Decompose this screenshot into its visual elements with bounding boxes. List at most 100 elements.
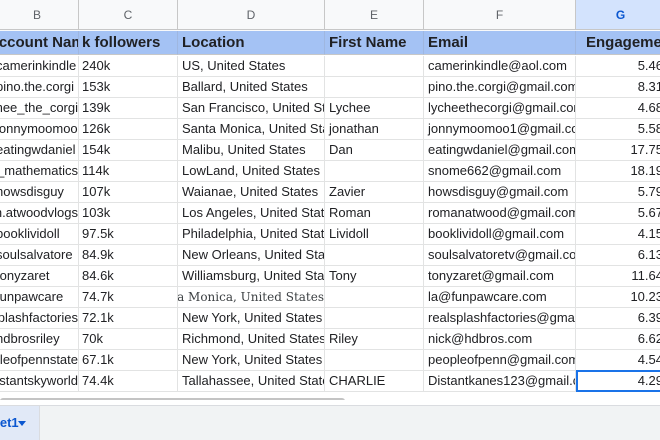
table-cell[interactable]: New York, United States [178,350,325,371]
table-cell[interactable]: 6.39 [576,308,660,329]
table-cell[interactable]: camerinkindle@aol.com [424,56,576,77]
table-cell[interactable]: Santa Monica, United States [178,119,325,140]
table-cell[interactable]: Ballard, United States [178,77,325,98]
table-cell[interactable]: 6.62 [576,329,660,350]
table-cell[interactable]: Santa Monica, United States [178,287,325,308]
table-cell[interactable]: howsdisguy [0,182,79,203]
table-cell[interactable]: LowLand, United States [178,161,325,182]
table-cell[interactable]: snome662@gmail.com [424,161,576,182]
table-cell[interactable]: 5.58 [576,119,660,140]
table-cell[interactable]: 72.1k [79,308,178,329]
header-cell[interactable]: Location [178,31,325,55]
table-cell[interactable]: roman.atwoodvlogs [0,203,79,224]
table-cell[interactable]: Tony [325,266,424,287]
table-cell[interactable]: 4.15 [576,224,660,245]
table-cell[interactable]: 154k [79,140,178,161]
table-cell[interactable]: howsdisguy@gmail.com [424,182,576,203]
table-cell[interactable]: hdbrosriley [0,329,79,350]
table-cell[interactable]: camerinkindle [0,56,79,77]
table-cell[interactable]: 153k [79,77,178,98]
spreadsheet-grid[interactable]: BCDEFG Account Namek followersLocationFi… [0,0,660,400]
table-cell[interactable]: New York, United States [178,308,325,329]
table-cell[interactable]: tonyzaret@gmail.com [424,266,576,287]
table-cell[interactable]: romanatwood@gmail.com [424,203,576,224]
table-cell[interactable]: eatingwdaniel@gmail.com [424,140,576,161]
table-cell[interactable]: tonyzaret [0,266,79,287]
table-cell[interactable]: 84.6k [79,266,178,287]
table-cell[interactable]: lycheethecorgi@gmail.com [424,98,576,119]
table-cell[interactable]: booklividoll@gmail.com [424,224,576,245]
table-cell[interactable]: 114k [79,161,178,182]
table-cell[interactable]: eatingwdaniel [0,140,79,161]
table-cell[interactable]: jonnymoomoo1@gmail.com [424,119,576,140]
table-cell[interactable]: 4.68 [576,98,660,119]
table-cell[interactable]: San Francisco, United States [178,98,325,119]
column-letter-f[interactable]: F [424,0,576,30]
table-cell[interactable]: la@funpawcare.com [424,287,576,308]
table-cell[interactable]: peopleofpennstate [0,350,79,371]
table-cell[interactable]: Waianae, United States [178,182,325,203]
table-cell[interactable]: 11.64 [576,266,660,287]
table-cell[interactable]: soulsalvatore [0,245,79,266]
table-cell[interactable]: 74.4k [79,371,178,392]
table-cell[interactable]: Philadelphia, United States [178,224,325,245]
table-cell[interactable]: 70k [79,329,178,350]
table-cell[interactable]: 5.46 [576,56,660,77]
table-cell[interactable]: 17.75 [576,140,660,161]
table-cell[interactable] [325,287,424,308]
table-cell[interactable]: jonnymoomoo [0,119,79,140]
table-cell[interactable]: 84.9k [79,245,178,266]
table-cell[interactable]: 4.54 [576,350,660,371]
table-cell[interactable]: soulsalvatoretv@gmail.com [424,245,576,266]
table-cell[interactable]: distantskyworld [0,371,79,392]
column-letter-d[interactable]: D [178,0,325,30]
table-cell[interactable]: CHARLIE [325,371,424,392]
table-cell[interactable]: Dan [325,140,424,161]
table-cell[interactable]: 5.79 [576,182,660,203]
table-cell[interactable] [325,308,424,329]
sheet-tab[interactable]: Sheet1 [0,406,40,440]
header-cell[interactable]: Email [424,31,576,55]
table-cell[interactable]: Richmond, United States [178,329,325,350]
table-cell[interactable]: Williamsburg, United States [178,266,325,287]
horizontal-scrollbar[interactable] [0,398,345,400]
header-cell[interactable]: k followers [79,31,178,55]
table-cell[interactable]: 18.19 [576,161,660,182]
table-cell[interactable]: lychee_the_corgi [0,98,79,119]
table-cell[interactable]: realsplashfactories@gmail.com [424,308,576,329]
caret-down-icon[interactable] [18,421,26,426]
header-cell[interactable]: Account Name [0,31,79,55]
table-cell[interactable]: pino.the.corgi [0,77,79,98]
column-letter-g[interactable]: G [576,0,660,30]
table-cell[interactable]: Roman [325,203,424,224]
table-cell[interactable]: funpawcare [0,287,79,308]
table-cell[interactable] [325,77,424,98]
header-cell[interactable]: First Name [325,31,424,55]
table-cell[interactable]: 74.7k [79,287,178,308]
table-cell[interactable]: Tallahassee, United States [178,371,325,392]
table-cell[interactable]: US, United States [178,56,325,77]
table-cell[interactable]: 8.31 [576,77,660,98]
table-cell[interactable]: 240k [79,56,178,77]
header-cell[interactable]: Engagement [576,31,660,55]
table-cell[interactable]: 6.13 [576,245,660,266]
table-cell[interactable]: Zavier [325,182,424,203]
table-cell[interactable]: 139k [79,98,178,119]
column-letter-e[interactable]: E [325,0,424,30]
table-cell[interactable]: Los Angeles, United States [178,203,325,224]
table-cell[interactable]: 67.1k [79,350,178,371]
table-cell[interactable]: Distantkanes123@gmail.com [424,371,576,392]
table-cell[interactable]: realsplashfactories [0,308,79,329]
table-cell[interactable]: New Orleans, United States [178,245,325,266]
table-cell[interactable]: 103k [79,203,178,224]
table-cell[interactable]: Lividoll [325,224,424,245]
table-cell[interactable]: snoozy_mathematics [0,161,79,182]
table-cell[interactable] [325,245,424,266]
table-cell[interactable]: jonathan [325,119,424,140]
table-cell[interactable]: Riley [325,329,424,350]
table-cell[interactable]: 97.5k [79,224,178,245]
table-cell[interactable]: 4.29 [576,371,660,392]
table-cell[interactable]: Malibu, United States [178,140,325,161]
table-cell[interactable]: 107k [79,182,178,203]
column-letter-b[interactable]: B [0,0,79,30]
